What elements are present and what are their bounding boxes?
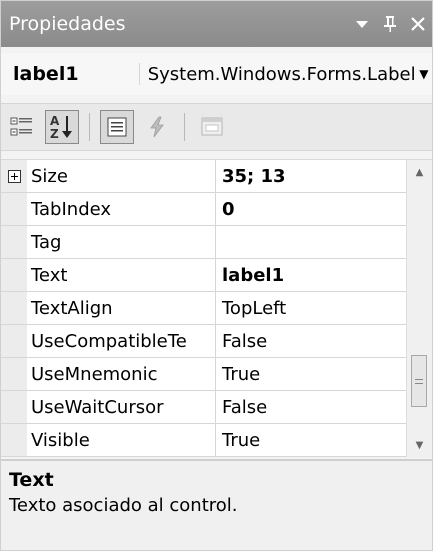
events-button[interactable]: [140, 110, 174, 144]
property-row[interactable]: UseMnemonic True: [1, 358, 406, 391]
property-grid[interactable]: Size 35; 13 TabIndex 0 Tag Text label1 T…: [1, 159, 432, 457]
property-name: Size: [27, 160, 216, 192]
chevron-down-icon[interactable]: ▼: [416, 67, 432, 81]
property-row[interactable]: Text label1: [1, 259, 406, 292]
property-name: Tag: [27, 226, 216, 258]
property-row[interactable]: TextAlign TopLeft: [1, 292, 406, 325]
expand-plus-icon[interactable]: [7, 169, 21, 183]
property-value[interactable]: TopLeft: [216, 292, 406, 324]
scroll-up-icon[interactable]: ▲: [407, 160, 432, 184]
row-gutter: [1, 424, 27, 456]
property-pages-icon: [201, 117, 223, 136]
pin-icon[interactable]: [376, 10, 404, 38]
row-gutter: [1, 325, 27, 357]
close-icon[interactable]: [404, 10, 432, 38]
row-gutter: [1, 391, 27, 423]
alphabetical-icon: A Z: [50, 114, 72, 141]
svg-text:A: A: [50, 114, 60, 128]
properties-icon: [107, 117, 127, 137]
properties-panel: Propiedades label1 System.Windows.Forms.…: [0, 0, 433, 551]
property-row[interactable]: Tag: [1, 226, 406, 259]
scroll-down-icon[interactable]: ▼: [407, 433, 432, 457]
row-gutter: [1, 358, 27, 390]
row-gutter: [1, 259, 27, 291]
svg-text:Z: Z: [50, 127, 59, 141]
toolbar: A Z: [1, 103, 432, 151]
categorized-icon: [10, 117, 32, 136]
row-gutter: [1, 226, 27, 258]
property-name: UseCompatibleTe: [27, 325, 216, 357]
property-value[interactable]: [216, 226, 406, 258]
property-name: TextAlign: [27, 292, 216, 324]
object-type: System.Windows.Forms.Label: [147, 63, 416, 85]
property-row[interactable]: Size 35; 13: [1, 160, 406, 193]
property-value[interactable]: True: [216, 358, 406, 390]
property-name: TabIndex: [27, 193, 216, 225]
description-text: Texto asociado al control.: [9, 495, 238, 516]
vertical-scrollbar[interactable]: ▲ ▼: [406, 160, 432, 457]
property-value[interactable]: 0: [216, 193, 406, 225]
row-gutter: [1, 193, 27, 225]
scroll-thumb[interactable]: [411, 355, 427, 407]
property-name: Text: [27, 259, 216, 291]
object-selector[interactable]: label1 System.Windows.Forms.Label ▼: [1, 53, 432, 95]
property-value[interactable]: True: [216, 424, 406, 456]
grip-icon: [415, 378, 423, 384]
toolbar-separator: [184, 113, 185, 141]
row-gutter: [1, 292, 27, 324]
property-row[interactable]: UseWaitCursor False: [1, 391, 406, 424]
property-row[interactable]: TabIndex 0: [1, 193, 406, 226]
property-value[interactable]: label1: [216, 259, 406, 291]
property-row[interactable]: Visible True: [1, 424, 406, 457]
property-value[interactable]: False: [216, 391, 406, 423]
dropdown-arrow-icon[interactable]: [348, 10, 376, 38]
title-bar[interactable]: Propiedades: [1, 1, 432, 47]
window-title: Propiedades: [9, 13, 126, 35]
description-pane: Text Texto asociado al control.: [1, 459, 432, 550]
property-row[interactable]: UseCompatibleTe False: [1, 325, 406, 358]
events-icon: [150, 116, 164, 138]
property-value[interactable]: 35; 13: [216, 160, 406, 192]
property-name: UseMnemonic: [27, 358, 216, 390]
row-gutter: [1, 160, 27, 192]
properties-button[interactable]: [100, 110, 134, 144]
categorized-button[interactable]: [5, 110, 39, 144]
object-name: label1: [9, 63, 140, 85]
property-pages-button[interactable]: [195, 110, 229, 144]
property-name: UseWaitCursor: [27, 391, 216, 423]
property-name: Visible: [27, 424, 216, 456]
property-value[interactable]: False: [216, 325, 406, 357]
alphabetical-button[interactable]: A Z: [45, 110, 79, 144]
description-title: Text: [9, 469, 54, 491]
toolbar-separator: [89, 113, 90, 141]
